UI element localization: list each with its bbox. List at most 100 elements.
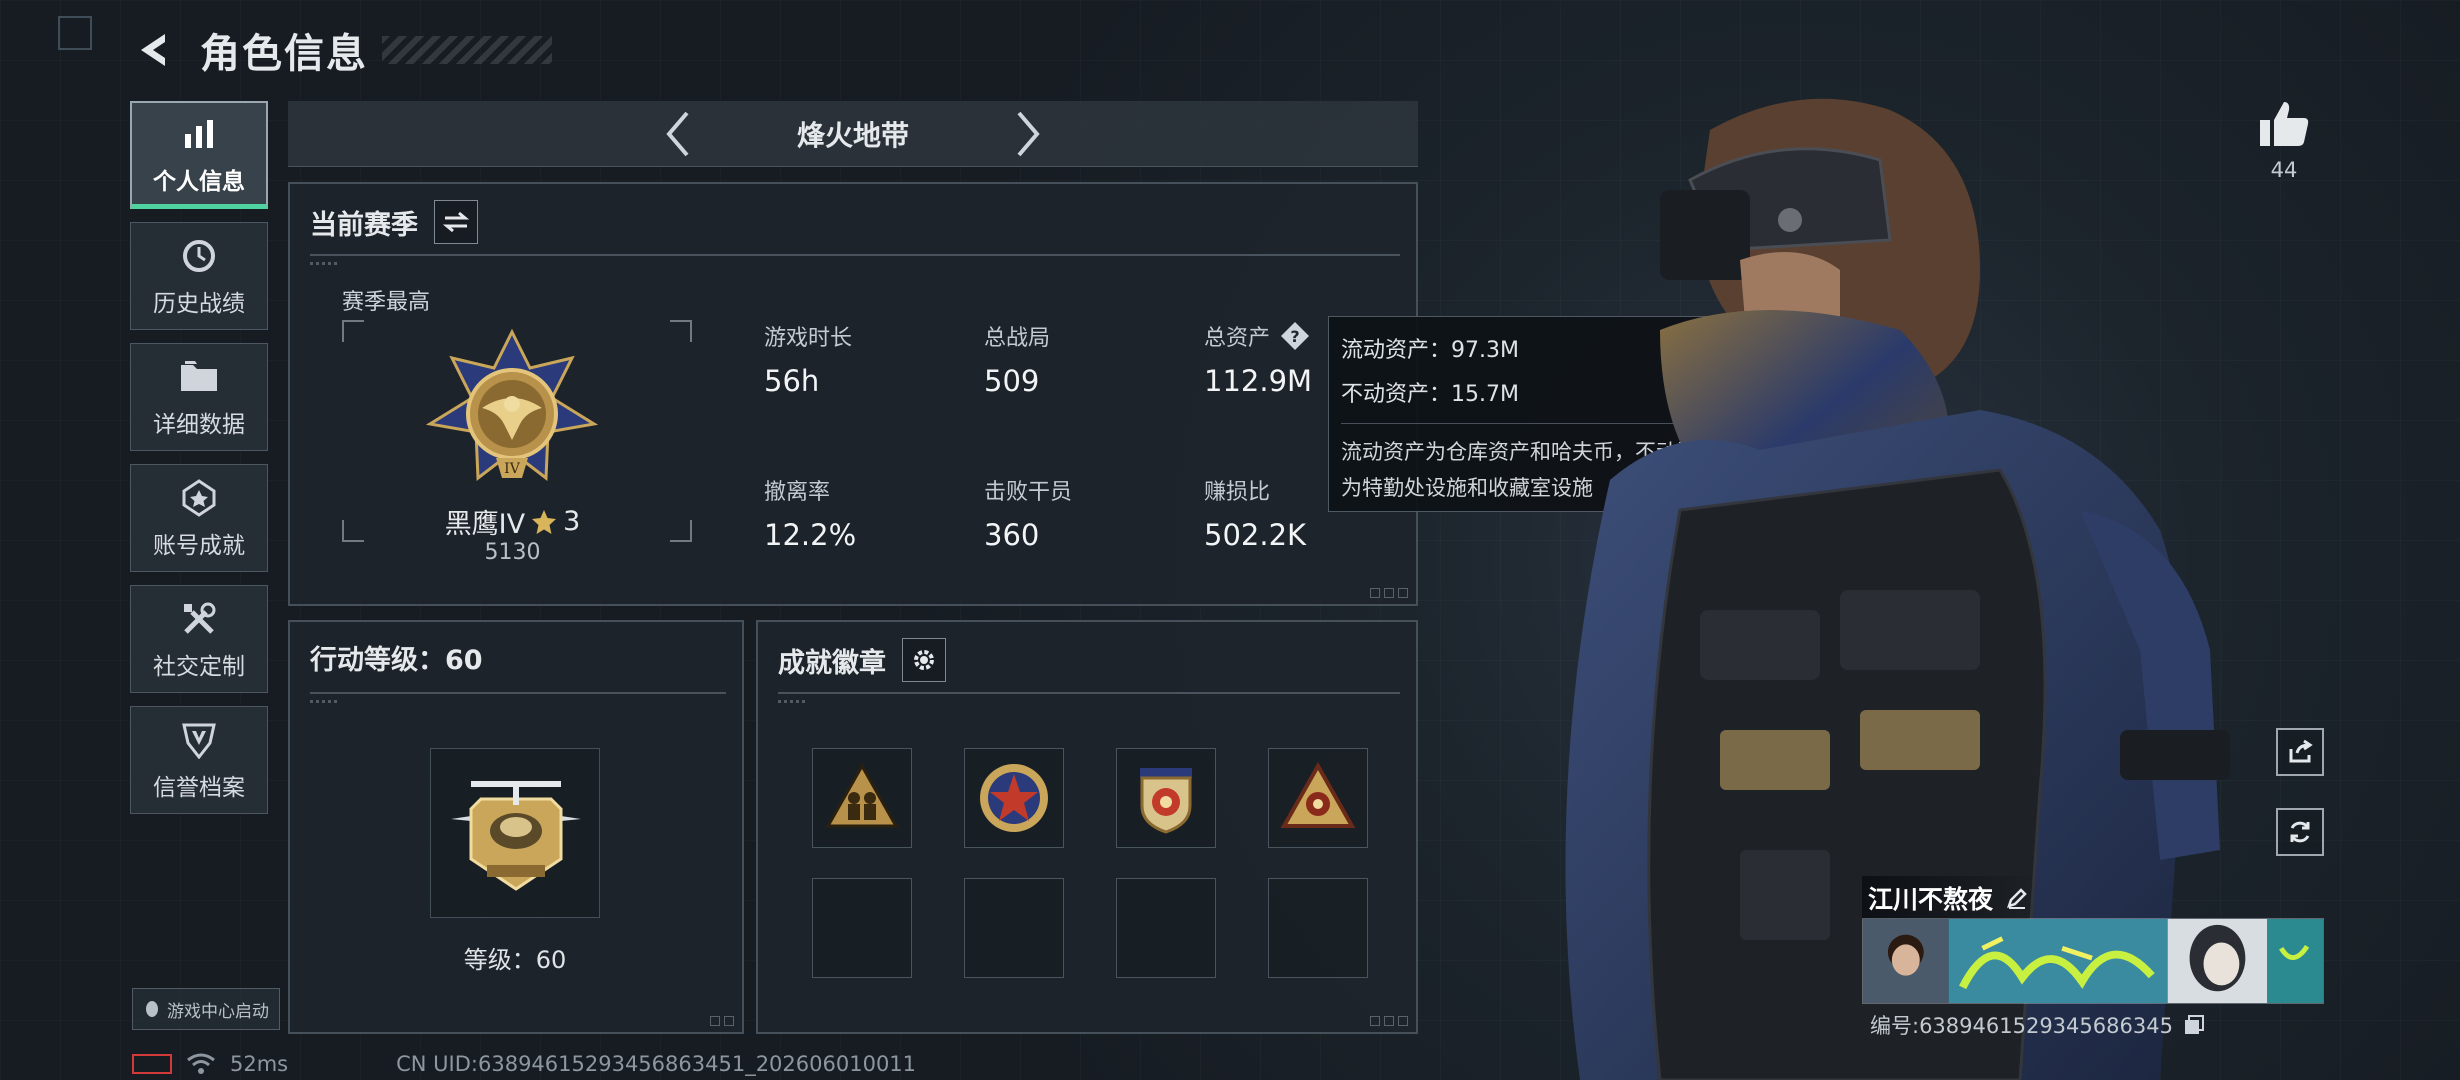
page-title: 角色信息 xyxy=(200,31,368,77)
divider-dots xyxy=(310,262,340,265)
nav-label: 个人信息 xyxy=(153,168,245,195)
game-center-label: 游戏中心启动 xyxy=(167,1001,269,1022)
share-button[interactable] xyxy=(2276,728,2324,776)
credit-shield-icon xyxy=(177,718,221,762)
share-icon xyxy=(2289,739,2313,763)
tools-icon xyxy=(177,597,221,641)
game-center-launch-button[interactable]: 游戏中心启动 xyxy=(132,988,280,1030)
stat-play-time: 游戏时长 56h xyxy=(764,320,964,398)
stat-kills: 击败干员 360 xyxy=(984,474,1184,552)
nav-item-achievements[interactable]: 账号成就 xyxy=(130,464,268,572)
season-best-label: 赛季最高 xyxy=(342,290,431,315)
rank-points: 5130 xyxy=(484,540,541,565)
stat-value: 360 xyxy=(984,518,1040,552)
swap-arrows-icon xyxy=(443,211,469,233)
ping-value: 52ms xyxy=(230,1052,289,1076)
badge-slot-empty[interactable] xyxy=(1116,878,1216,978)
nav-label: 信誉档案 xyxy=(153,775,245,801)
svg-text:?: ? xyxy=(1290,327,1299,346)
badge-slot-4[interactable] xyxy=(1268,748,1368,848)
soldiers-badge-icon xyxy=(825,762,899,828)
divider-dots xyxy=(778,700,808,703)
nav-item-history[interactable]: 历史战绩 xyxy=(130,222,268,330)
refresh-icon xyxy=(2290,821,2310,843)
season-panel: 当前赛季 赛季最高 IV 黑鹰IV 3 5130 游戏时长 56h 总战局 50… xyxy=(288,182,1418,606)
stat-value: 509 xyxy=(984,364,1040,398)
refresh-button[interactable] xyxy=(2276,808,2324,856)
divider xyxy=(778,692,1400,694)
mode-prev-button[interactable] xyxy=(653,104,703,164)
side-nav: 个人信息 历史战绩 详细数据 账号成就 社交定制 信誉档案 xyxy=(130,101,270,827)
level-emblem-box xyxy=(430,748,600,918)
nav-item-social[interactable]: 社交定制 xyxy=(130,585,268,693)
triangle-emblem-icon xyxy=(1280,761,1356,828)
title-stripes-decoration xyxy=(382,36,552,64)
level-helicopter-emblem-icon xyxy=(451,781,581,891)
season-panel-header: 当前赛季 xyxy=(310,200,478,244)
help-question-icon[interactable]: ? xyxy=(1280,321,1310,351)
edit-pencil-icon[interactable] xyxy=(2005,886,2029,910)
rank-stars: 3 xyxy=(563,506,581,537)
nav-item-personal-info[interactable]: 个人信息 xyxy=(130,101,268,209)
player-id: 编号:6389461529345686345 xyxy=(1870,1014,2173,1038)
player-banner-card[interactable] xyxy=(1862,918,2324,1004)
stat-label: 击败干员 xyxy=(984,480,1073,505)
stat-value: 12.2% xyxy=(764,518,857,552)
stat-label: 总战局 xyxy=(984,326,1051,351)
star-medal-icon xyxy=(980,764,1048,832)
svg-text:IV: IV xyxy=(504,461,521,477)
back-button[interactable] xyxy=(130,25,180,75)
stat-label: 总资产 xyxy=(1204,326,1271,351)
folder-icon xyxy=(177,355,221,399)
uid-text: CN UID:638946152934568634​51_20260601001… xyxy=(396,1052,917,1076)
divider xyxy=(310,254,1400,256)
corner-decoration xyxy=(710,1016,734,1026)
stat-extract-rate: 撤离率 12.2% xyxy=(764,474,964,552)
nav-label: 详细数据 xyxy=(153,412,245,438)
star-icon xyxy=(532,509,557,534)
player-name-row: 江川不熬夜 xyxy=(1862,876,2042,920)
chevron-right-icon xyxy=(1017,111,1040,156)
nav-item-detail-data[interactable]: 详细数据 xyxy=(130,343,268,451)
level-caption: 等级：60 xyxy=(463,946,567,974)
rank-name: 黑鹰IV xyxy=(444,509,526,540)
copy-icon[interactable] xyxy=(2183,1014,2205,1036)
rank-name-row: 黑鹰IV 3 xyxy=(390,502,635,541)
rank-blackhawk-emblem-icon: IV xyxy=(425,328,599,481)
divider xyxy=(310,692,726,694)
badge-slot-3[interactable] xyxy=(1116,748,1216,848)
mode-title: 烽火地带 xyxy=(796,118,909,152)
season-title: 当前赛季 xyxy=(310,209,418,241)
stat-total-matches: 总战局 509 xyxy=(984,320,1184,398)
chevron-left-icon xyxy=(666,111,689,156)
achievement-star-icon xyxy=(177,476,221,520)
thumbs-up-icon[interactable] xyxy=(2256,96,2312,152)
mode-next-button[interactable] xyxy=(1003,104,1053,164)
season-switch-button[interactable] xyxy=(434,200,478,244)
nav-item-credit[interactable]: 信誉档案 xyxy=(130,706,268,814)
stat-value: 502.2K xyxy=(1204,518,1307,552)
gear-icon xyxy=(914,650,934,670)
badges-panel-header: 成就徽章 xyxy=(778,638,946,682)
corner-decoration xyxy=(1370,1016,1408,1026)
page-header: 角色信息 xyxy=(130,20,552,80)
badge-slot-2[interactable] xyxy=(964,748,1064,848)
nav-label: 社交定制 xyxy=(153,654,245,680)
stat-label: 撤离率 xyxy=(764,480,831,505)
action-level-panel: 行动等级：60 等级：60 xyxy=(288,620,744,1034)
back-arrow-icon xyxy=(141,34,165,66)
qq-penguin-icon xyxy=(146,1001,158,1017)
badge-slot-empty[interactable] xyxy=(1268,878,1368,978)
shield-crest-icon xyxy=(1140,768,1192,834)
badges-settings-button[interactable] xyxy=(902,638,946,682)
badges-title: 成就徽章 xyxy=(778,647,886,679)
player-name: 江川不熬夜 xyxy=(1868,885,1994,914)
badge-slot-empty[interactable] xyxy=(964,878,1064,978)
badge-slot-empty[interactable] xyxy=(812,878,912,978)
stat-label: 游戏时长 xyxy=(764,326,853,351)
wifi-icon xyxy=(187,1053,215,1074)
level-title: 行动等级：60 xyxy=(310,645,483,676)
badge-slot-1[interactable] xyxy=(812,748,912,848)
player-id-row: 编号:6389461529345686345 xyxy=(1870,1010,2205,1040)
corner-bracket-decoration xyxy=(58,16,92,50)
